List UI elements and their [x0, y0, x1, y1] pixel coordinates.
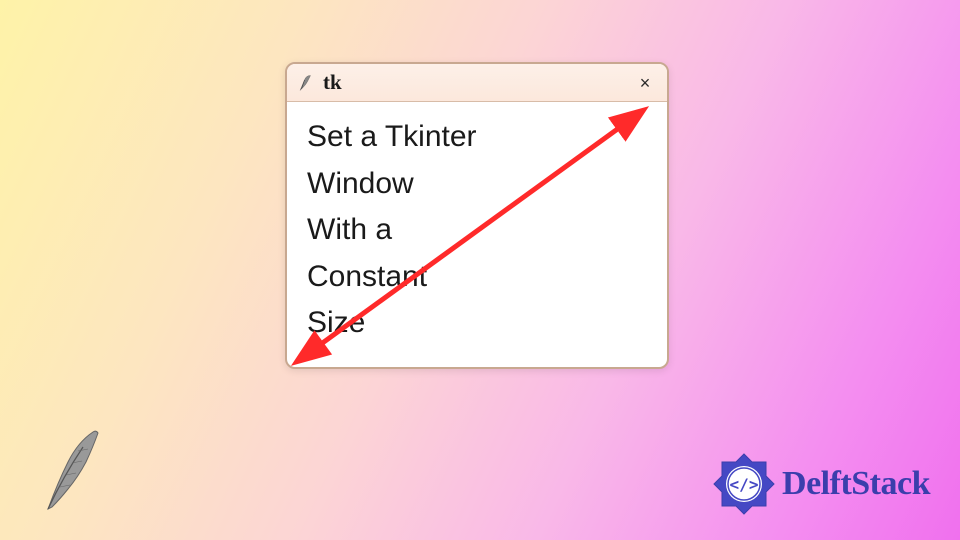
- close-button[interactable]: ×: [633, 71, 657, 95]
- logo-emblem-icon: </>: [710, 450, 778, 518]
- logo-text: DelftStack: [782, 465, 930, 503]
- window-content: Set a Tkinter Window With a Constant Siz…: [287, 102, 667, 367]
- content-line: With a: [307, 207, 647, 254]
- feather-icon: [297, 74, 315, 92]
- content-line: Size: [307, 300, 647, 347]
- tkinter-window: tk × Set a Tkinter Window With a Constan…: [285, 62, 669, 369]
- content-line: Window: [307, 161, 647, 208]
- window-titlebar[interactable]: tk ×: [287, 64, 667, 102]
- window-title: tk: [323, 70, 633, 95]
- feather-decoration-icon: [38, 427, 108, 512]
- content-line: Set a Tkinter: [307, 114, 647, 161]
- content-line: Constant: [307, 254, 647, 301]
- svg-text:</>: </>: [730, 475, 759, 494]
- brand-logo: </> DelftStack: [710, 450, 930, 518]
